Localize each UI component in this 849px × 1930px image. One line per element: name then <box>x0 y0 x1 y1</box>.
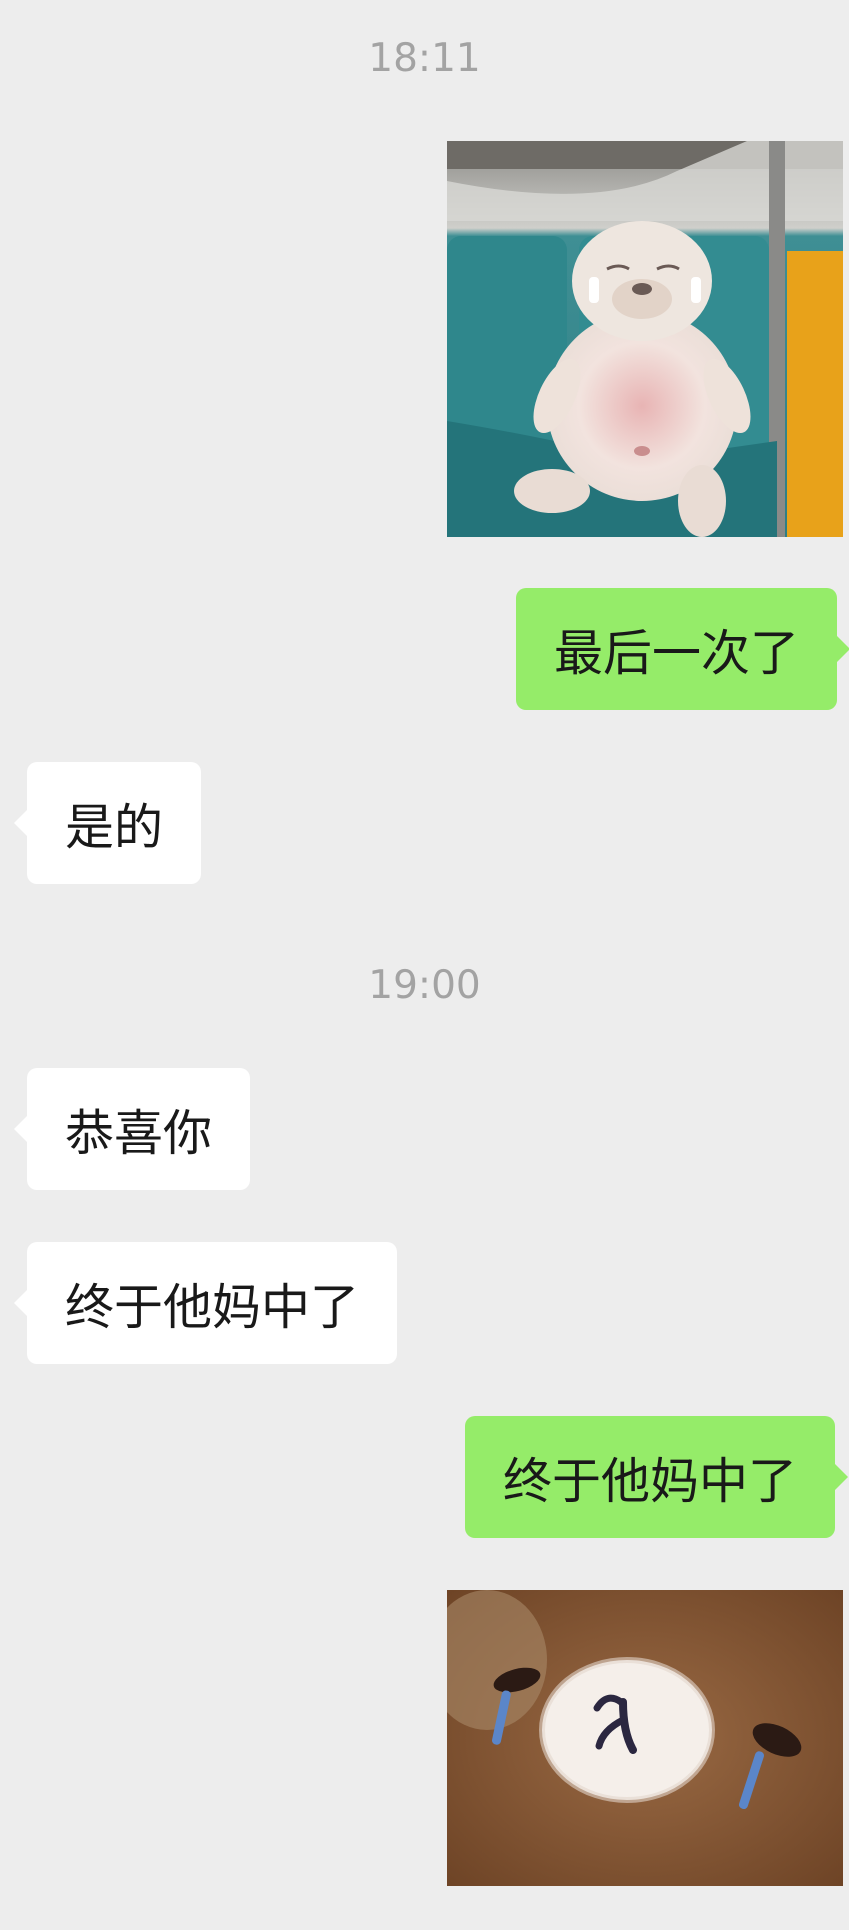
timestamp: 19:00 <box>368 963 481 1008</box>
dog-sticker-image <box>447 141 843 537</box>
message-text: 终于他妈中了 <box>503 1452 798 1510</box>
sent-message-bubble[interactable]: 最后一次了 <box>516 588 849 710</box>
message-text: 终于他妈中了 <box>65 1278 360 1336</box>
bear-sticker-image <box>447 1590 843 1886</box>
timestamp: 18:11 <box>368 36 481 81</box>
message-text: 恭喜你 <box>65 1104 213 1162</box>
message-text: 是的 <box>65 798 164 856</box>
sent-message-bubble[interactable]: 终于他妈中了 <box>465 1416 849 1538</box>
received-message-bubble[interactable]: 终于他妈中了 <box>13 1242 398 1364</box>
bear-sticker-message[interactable] <box>447 1590 843 1886</box>
received-message-bubble[interactable]: 是的 <box>13 762 202 884</box>
message-text: 最后一次了 <box>554 624 800 682</box>
dog-sticker-message[interactable] <box>447 141 843 537</box>
received-message-bubble[interactable]: 恭喜你 <box>13 1068 251 1190</box>
